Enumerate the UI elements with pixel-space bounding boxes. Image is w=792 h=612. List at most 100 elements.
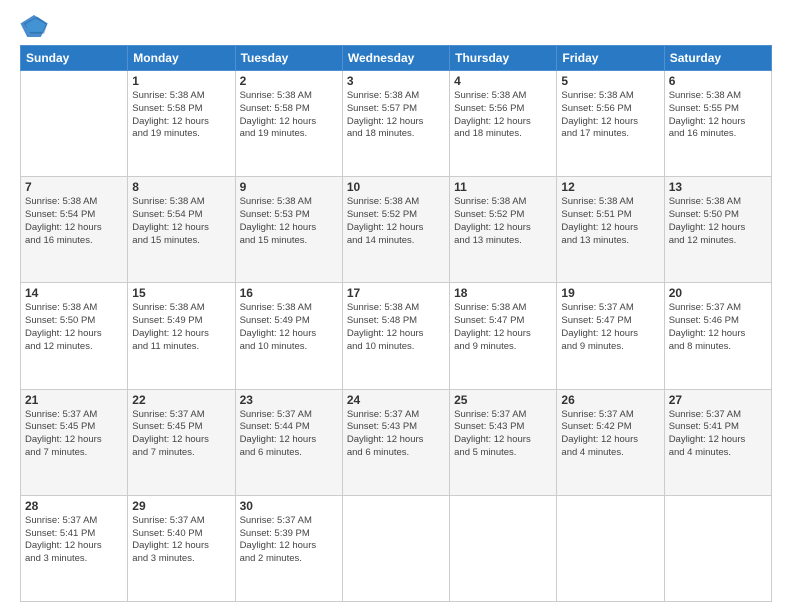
calendar-cell: 20 Sunrise: 5:37 AMSunset: 5:46 PMDayligh…	[664, 283, 771, 389]
cell-content: Sunrise: 5:37 AMSunset: 5:46 PMDaylight:…	[669, 302, 767, 353]
cell-content: Sunrise: 5:37 AMSunset: 5:45 PMDaylight:…	[25, 409, 123, 460]
day-number: 18	[454, 286, 552, 300]
cell-content: Sunrise: 5:38 AMSunset: 5:55 PMDaylight:…	[669, 90, 767, 141]
day-number: 24	[347, 393, 445, 407]
day-number: 15	[132, 286, 230, 300]
day-number: 8	[132, 180, 230, 194]
day-number: 20	[669, 286, 767, 300]
day-number: 3	[347, 74, 445, 88]
day-number: 7	[25, 180, 123, 194]
calendar-cell: 13 Sunrise: 5:38 AMSunset: 5:50 PMDayligh…	[664, 177, 771, 283]
calendar-week-row: 7 Sunrise: 5:38 AMSunset: 5:54 PMDaylight…	[21, 177, 772, 283]
day-number: 1	[132, 74, 230, 88]
day-header-friday: Friday	[557, 46, 664, 71]
calendar-cell: 22Sunrise: 5:37 AMSunset: 5:45 PMDayligh…	[128, 389, 235, 495]
day-number: 4	[454, 74, 552, 88]
cell-content: Sunrise: 5:38 AMSunset: 5:50 PMDaylight:…	[25, 302, 123, 353]
cell-content: Sunrise: 5:37 AMSunset: 5:39 PMDaylight:…	[240, 515, 338, 566]
cell-content: Sunrise: 5:38 AMSunset: 5:47 PMDaylight:…	[454, 302, 552, 353]
calendar-cell: 12Sunrise: 5:38 AMSunset: 5:51 PMDayligh…	[557, 177, 664, 283]
calendar-cell: 26 Sunrise: 5:37 AMSunset: 5:42 PMDayligh…	[557, 389, 664, 495]
cell-content: Sunrise: 5:38 AMSunset: 5:56 PMDaylight:…	[561, 90, 659, 141]
calendar-cell: 29Sunrise: 5:37 AMSunset: 5:40 PMDayligh…	[128, 495, 235, 601]
day-header-thursday: Thursday	[450, 46, 557, 71]
calendar-cell: 24 Sunrise: 5:37 AMSunset: 5:43 PMDayligh…	[342, 389, 449, 495]
calendar-week-row: 28Sunrise: 5:37 AMSunset: 5:41 PMDayligh…	[21, 495, 772, 601]
day-header-monday: Monday	[128, 46, 235, 71]
cell-content: Sunrise: 5:38 AMSunset: 5:54 PMDaylight:…	[132, 196, 230, 247]
calendar-cell: 16Sunrise: 5:38 AMSunset: 5:49 PMDayligh…	[235, 283, 342, 389]
cell-content: Sunrise: 5:38 AMSunset: 5:53 PMDaylight:…	[240, 196, 338, 247]
day-number: 25	[454, 393, 552, 407]
calendar-cell	[450, 495, 557, 601]
day-number: 9	[240, 180, 338, 194]
calendar-cell: 27 Sunrise: 5:37 AMSunset: 5:41 PMDayligh…	[664, 389, 771, 495]
calendar-cell: 23Sunrise: 5:37 AMSunset: 5:44 PMDayligh…	[235, 389, 342, 495]
cell-content: Sunrise: 5:38 AMSunset: 5:51 PMDaylight:…	[561, 196, 659, 247]
calendar-cell: 25Sunrise: 5:37 AMSunset: 5:43 PMDayligh…	[450, 389, 557, 495]
calendar-cell: 9 Sunrise: 5:38 AMSunset: 5:53 PMDaylight…	[235, 177, 342, 283]
calendar-table: SundayMondayTuesdayWednesdayThursdayFrid…	[20, 45, 772, 602]
day-number: 10	[347, 180, 445, 194]
cell-content: Sunrise: 5:38 AMSunset: 5:58 PMDaylight:…	[132, 90, 230, 141]
day-number: 29	[132, 499, 230, 513]
day-number: 6	[669, 74, 767, 88]
cell-content: Sunrise: 5:37 AMSunset: 5:42 PMDaylight:…	[561, 409, 659, 460]
day-header-wednesday: Wednesday	[342, 46, 449, 71]
day-number: 26	[561, 393, 659, 407]
calendar-cell	[342, 495, 449, 601]
cell-content: Sunrise: 5:37 AMSunset: 5:41 PMDaylight:…	[25, 515, 123, 566]
calendar-cell: 30 Sunrise: 5:37 AMSunset: 5:39 PMDayligh…	[235, 495, 342, 601]
cell-content: Sunrise: 5:37 AMSunset: 5:43 PMDaylight:…	[347, 409, 445, 460]
logo-icon	[20, 15, 48, 37]
day-number: 11	[454, 180, 552, 194]
day-number: 17	[347, 286, 445, 300]
calendar-cell: 14 Sunrise: 5:38 AMSunset: 5:50 PMDayligh…	[21, 283, 128, 389]
calendar-cell: 7 Sunrise: 5:38 AMSunset: 5:54 PMDaylight…	[21, 177, 128, 283]
calendar-cell	[664, 495, 771, 601]
calendar-cell: 3Sunrise: 5:38 AMSunset: 5:57 PMDaylight…	[342, 71, 449, 177]
day-number: 30	[240, 499, 338, 513]
day-number: 21	[25, 393, 123, 407]
calendar-cell: 8 Sunrise: 5:38 AMSunset: 5:54 PMDaylight…	[128, 177, 235, 283]
calendar-cell: 4 Sunrise: 5:38 AMSunset: 5:56 PMDaylight…	[450, 71, 557, 177]
logo	[20, 15, 52, 37]
cell-content: Sunrise: 5:38 AMSunset: 5:58 PMDaylight:…	[240, 90, 338, 141]
calendar-cell: 28Sunrise: 5:37 AMSunset: 5:41 PMDayligh…	[21, 495, 128, 601]
calendar-cell: 6 Sunrise: 5:38 AMSunset: 5:55 PMDaylight…	[664, 71, 771, 177]
calendar-cell: 18 Sunrise: 5:38 AMSunset: 5:47 PMDayligh…	[450, 283, 557, 389]
cell-content: Sunrise: 5:38 AMSunset: 5:54 PMDaylight:…	[25, 196, 123, 247]
day-number: 22	[132, 393, 230, 407]
day-number: 23	[240, 393, 338, 407]
cell-content: Sunrise: 5:38 AMSunset: 5:50 PMDaylight:…	[669, 196, 767, 247]
cell-content: Sunrise: 5:38 AMSunset: 5:52 PMDaylight:…	[347, 196, 445, 247]
calendar-cell	[21, 71, 128, 177]
day-number: 27	[669, 393, 767, 407]
day-header-saturday: Saturday	[664, 46, 771, 71]
cell-content: Sunrise: 5:38 AMSunset: 5:52 PMDaylight:…	[454, 196, 552, 247]
day-number: 5	[561, 74, 659, 88]
header	[20, 15, 772, 37]
calendar-cell: 1 Sunrise: 5:38 AMSunset: 5:58 PMDaylight…	[128, 71, 235, 177]
day-number: 13	[669, 180, 767, 194]
calendar-cell: 2Sunrise: 5:38 AMSunset: 5:58 PMDaylight…	[235, 71, 342, 177]
day-header-sunday: Sunday	[21, 46, 128, 71]
calendar-cell: 17 Sunrise: 5:38 AMSunset: 5:48 PMDayligh…	[342, 283, 449, 389]
day-number: 14	[25, 286, 123, 300]
calendar-week-row: 21 Sunrise: 5:37 AMSunset: 5:45 PMDayligh…	[21, 389, 772, 495]
calendar-cell: 19 Sunrise: 5:37 AMSunset: 5:47 PMDayligh…	[557, 283, 664, 389]
calendar-week-row: 14 Sunrise: 5:38 AMSunset: 5:50 PMDayligh…	[21, 283, 772, 389]
calendar-cell: 21 Sunrise: 5:37 AMSunset: 5:45 PMDayligh…	[21, 389, 128, 495]
cell-content: Sunrise: 5:37 AMSunset: 5:47 PMDaylight:…	[561, 302, 659, 353]
calendar-cell: 10 Sunrise: 5:38 AMSunset: 5:52 PMDayligh…	[342, 177, 449, 283]
calendar-cell: 15 Sunrise: 5:38 AMSunset: 5:49 PMDayligh…	[128, 283, 235, 389]
cell-content: Sunrise: 5:37 AMSunset: 5:41 PMDaylight:…	[669, 409, 767, 460]
calendar-cell	[557, 495, 664, 601]
calendar-header-row: SundayMondayTuesdayWednesdayThursdayFrid…	[21, 46, 772, 71]
cell-content: Sunrise: 5:38 AMSunset: 5:49 PMDaylight:…	[132, 302, 230, 353]
cell-content: Sunrise: 5:38 AMSunset: 5:48 PMDaylight:…	[347, 302, 445, 353]
day-number: 16	[240, 286, 338, 300]
cell-content: Sunrise: 5:38 AMSunset: 5:56 PMDaylight:…	[454, 90, 552, 141]
calendar-cell: 5 Sunrise: 5:38 AMSunset: 5:56 PMDaylight…	[557, 71, 664, 177]
day-number: 19	[561, 286, 659, 300]
